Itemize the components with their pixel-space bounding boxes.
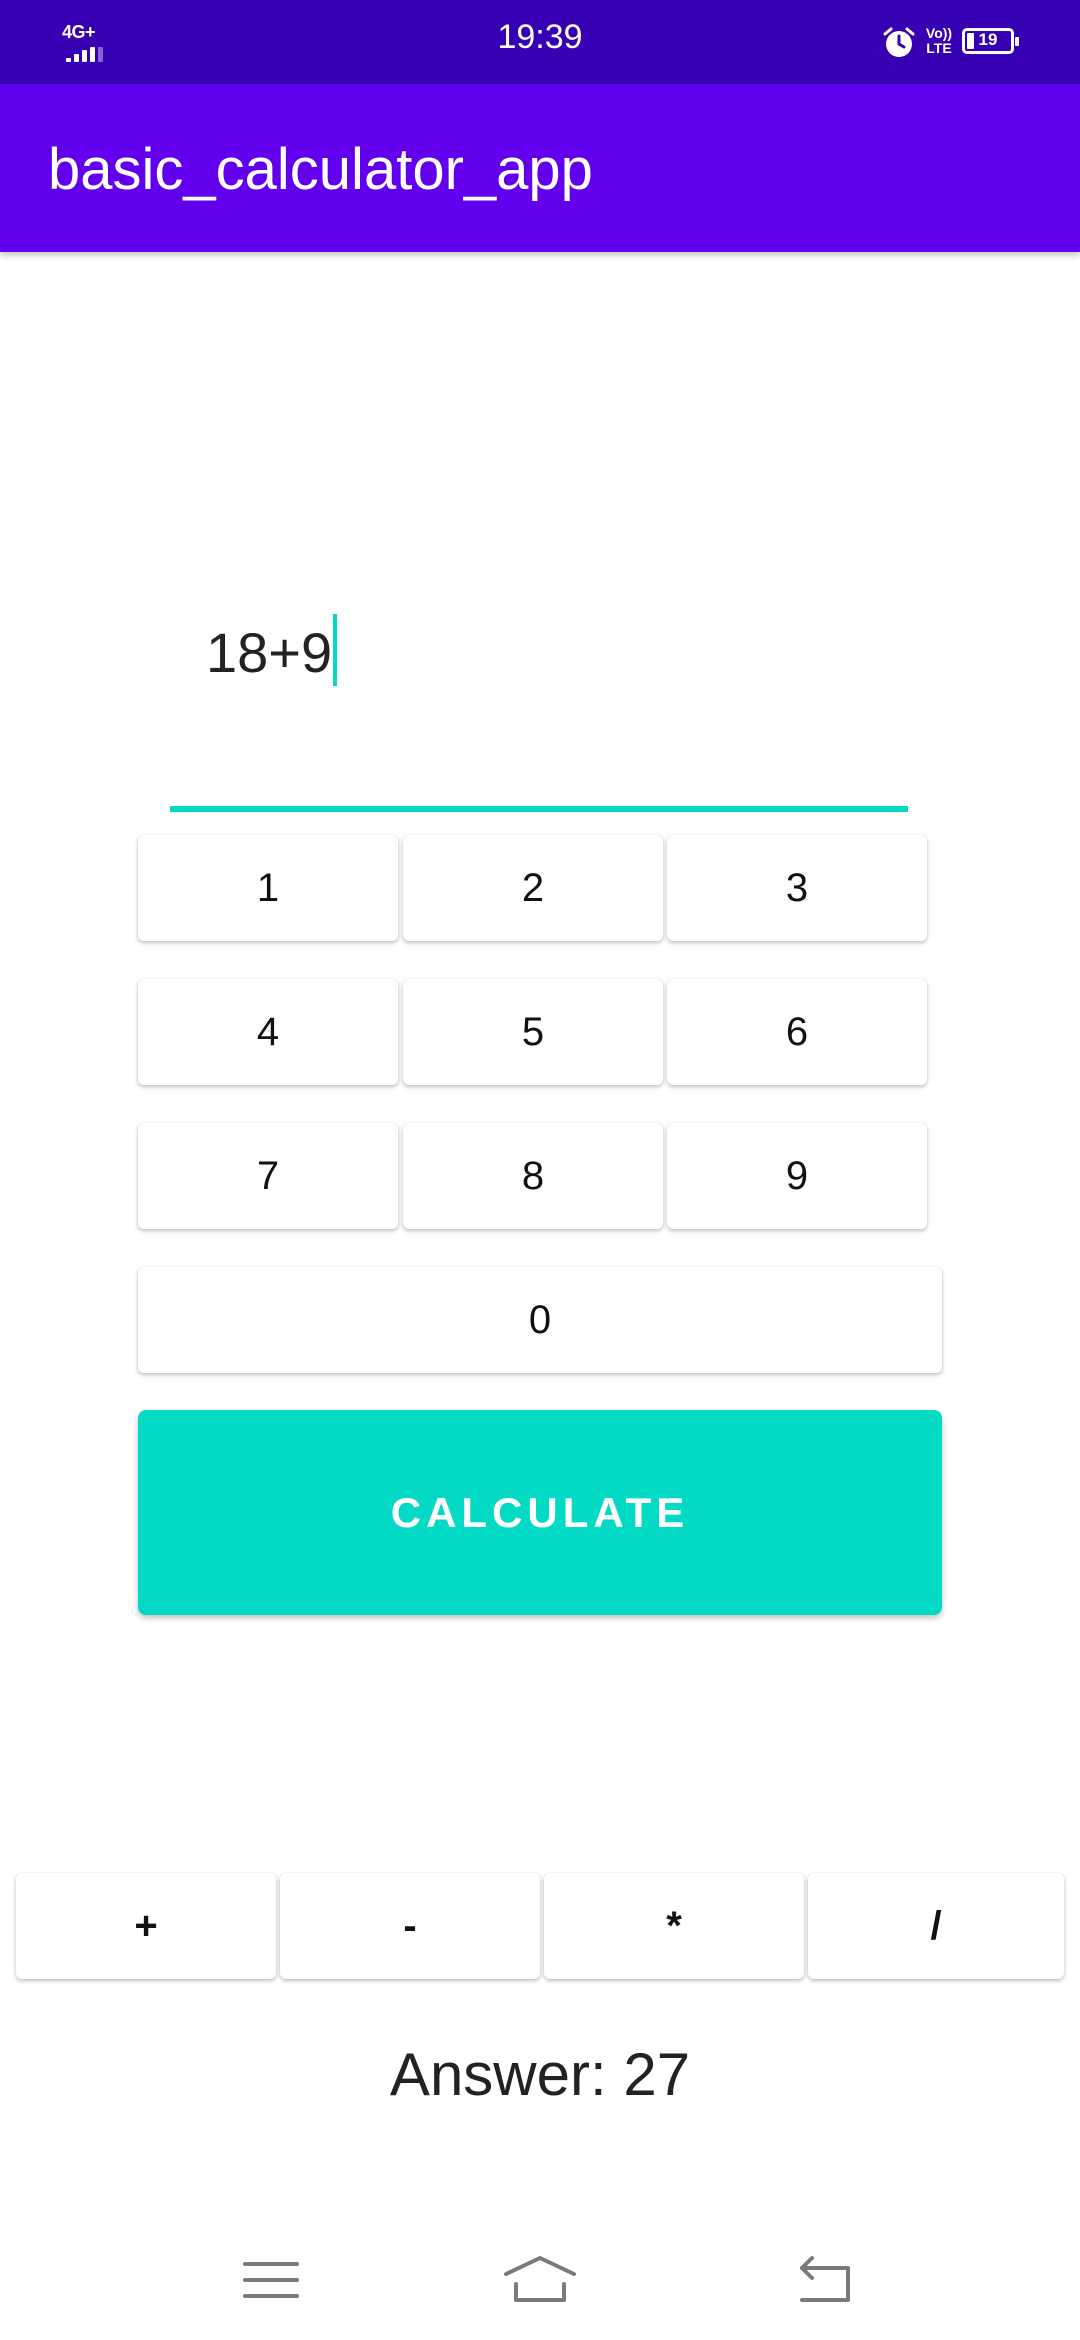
app-title: basic_calculator_app — [48, 137, 593, 202]
battery-icon: 19 — [962, 28, 1019, 54]
status-bar: 4G+ 19:39 Vo)) LTE 19 — [0, 0, 1080, 84]
battery-level: 19 — [978, 30, 998, 49]
menu-icon[interactable] — [231, 2250, 311, 2310]
home-icon[interactable] — [500, 2250, 580, 2310]
digit-4-button[interactable]: 4 — [138, 979, 398, 1085]
digit-3-button[interactable]: 3 — [667, 835, 927, 941]
digit-7-button[interactable]: 7 — [138, 1123, 398, 1229]
digit-8-button[interactable]: 8 — [403, 1123, 663, 1229]
back-icon[interactable] — [782, 2250, 862, 2310]
calculate-button[interactable]: CALCULATE — [138, 1410, 942, 1615]
expression-value: 18+9 — [206, 621, 333, 684]
volte-icon: Vo)) LTE — [925, 25, 953, 56]
minus-button[interactable]: - — [280, 1873, 540, 1979]
answer-text: Answer: 27 — [389, 2041, 691, 2108]
digit-9-button[interactable]: 9 — [667, 1123, 927, 1229]
expression-underline — [170, 806, 908, 812]
alarm-clock-icon — [883, 27, 915, 57]
digit-5-button[interactable]: 5 — [403, 979, 663, 1085]
navigation-bar — [0, 2200, 1080, 2340]
status-icons: Vo)) LTE 19 — [882, 22, 1022, 64]
calculator-screen: 4G+ 19:39 Vo)) LTE 19 basic_calculator_a… — [0, 0, 1080, 2340]
digit-2-button[interactable]: 2 — [403, 835, 663, 941]
plus-button[interactable]: + — [16, 1873, 276, 1979]
expression-input[interactable]: 18+9 — [170, 590, 908, 812]
digit-1-button[interactable]: 1 — [138, 835, 398, 941]
expression-text-wrapper[interactable]: 18+9 — [206, 614, 338, 686]
digit-0-button[interactable]: 0 — [138, 1267, 942, 1373]
multiply-button[interactable]: * — [544, 1873, 804, 1979]
divide-button[interactable]: / — [808, 1873, 1064, 1979]
app-bar: basic_calculator_app — [0, 84, 1080, 252]
digit-6-button[interactable]: 6 — [667, 979, 927, 1085]
text-cursor — [333, 614, 338, 686]
